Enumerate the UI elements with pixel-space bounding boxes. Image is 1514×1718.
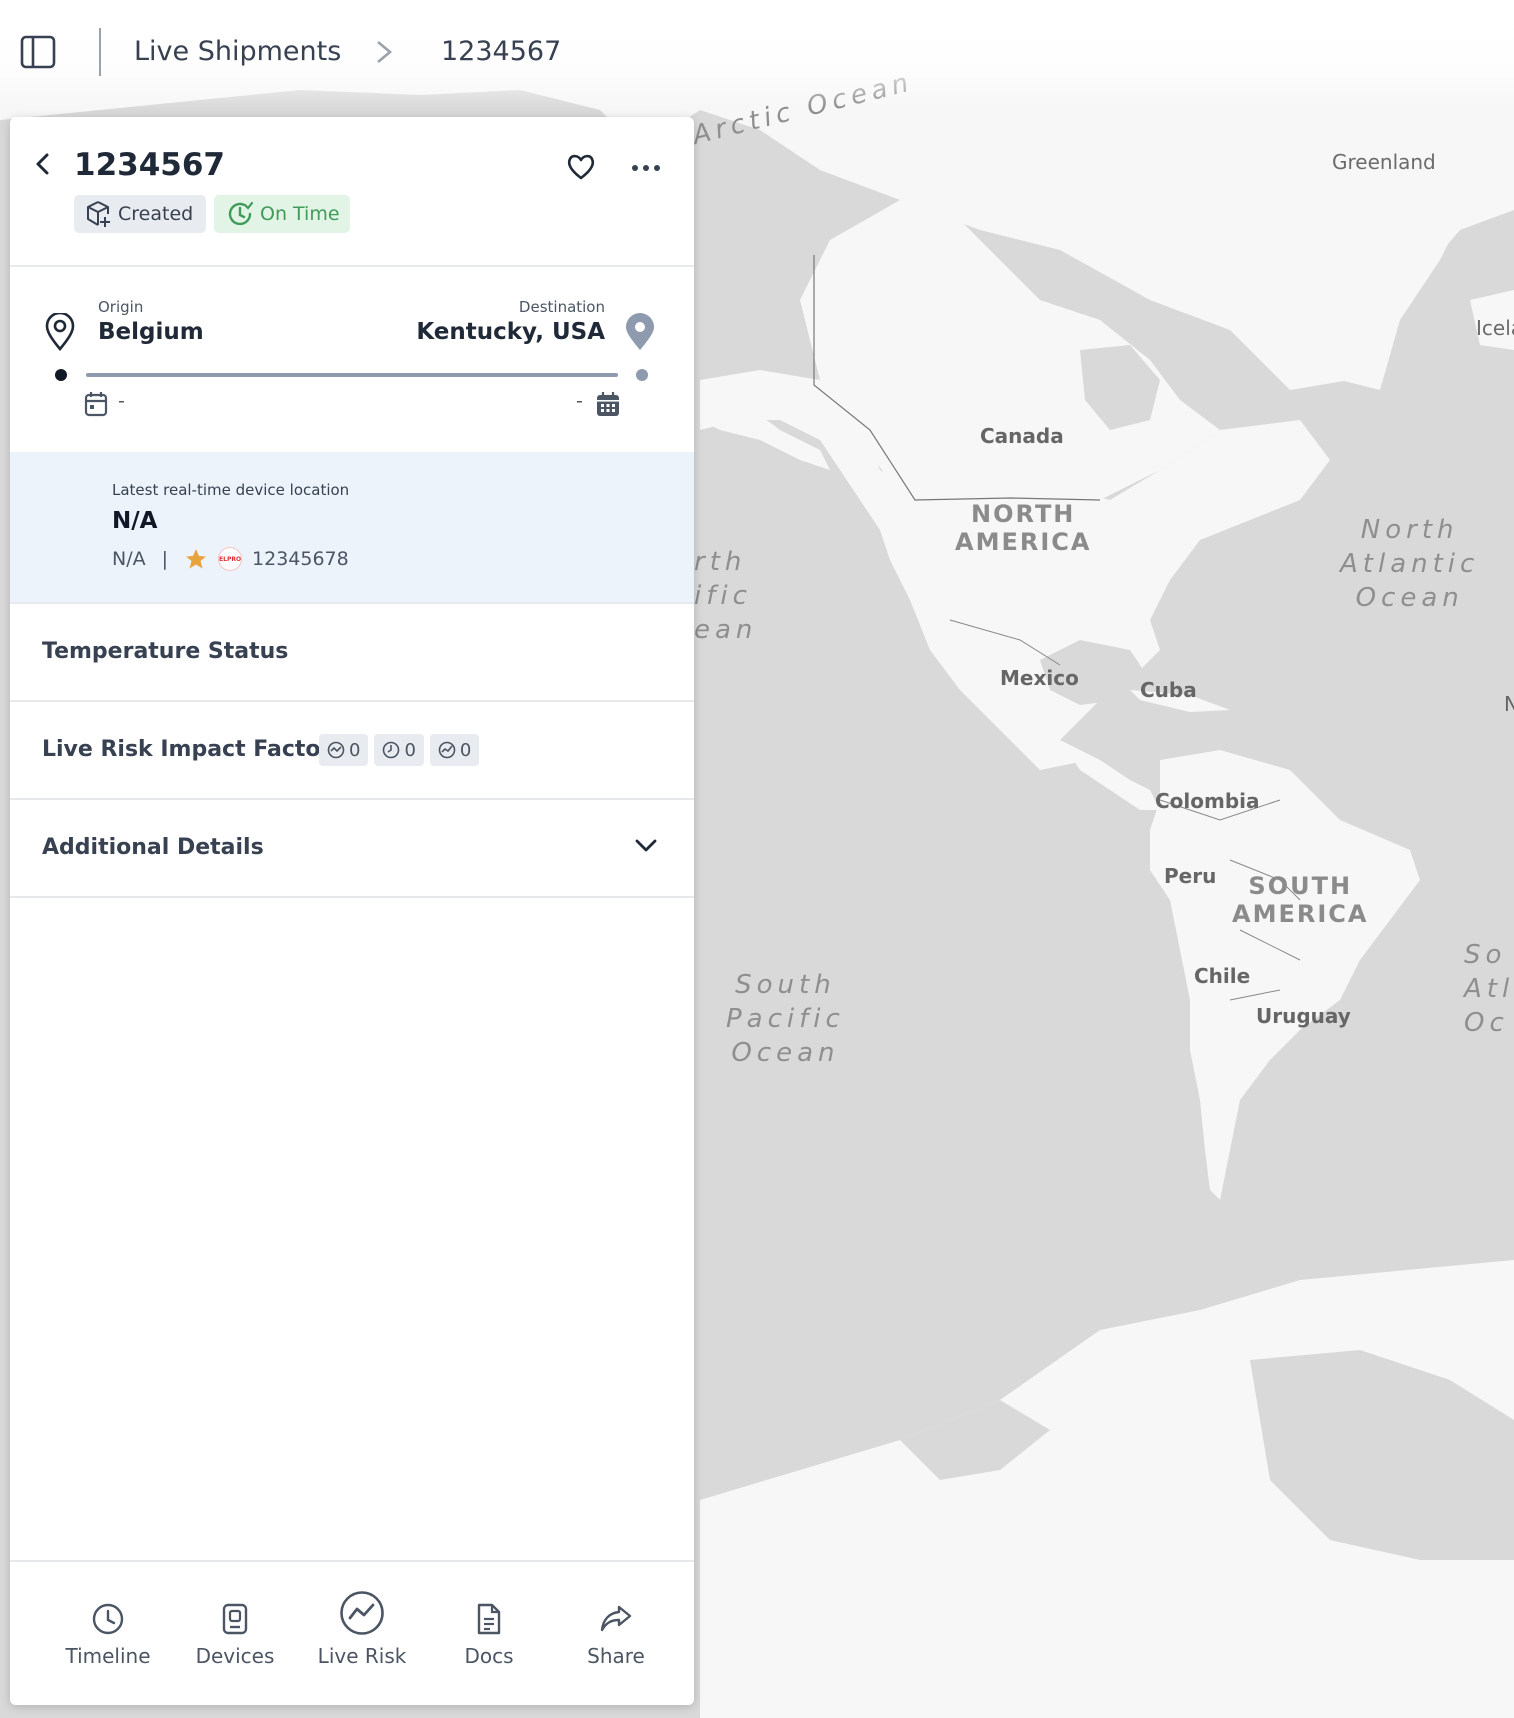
risk-factor-chips: 0 0 0 bbox=[319, 734, 480, 766]
timing-badge-on-time: On Time bbox=[214, 195, 350, 233]
device-id: 12345678 bbox=[252, 548, 349, 570]
risk-chip-count: 0 bbox=[349, 739, 361, 761]
map-label-uruguay: Uruguay bbox=[1256, 1004, 1351, 1028]
device-location-sub-value: N/A bbox=[112, 548, 146, 570]
document-icon bbox=[477, 1603, 501, 1635]
risk-clock-icon bbox=[383, 741, 400, 759]
device-location-separator: | bbox=[161, 548, 169, 570]
shipment-title: 1234567 bbox=[74, 147, 225, 183]
nav-devices[interactable]: Devices bbox=[171, 1562, 299, 1705]
route-start-dot bbox=[55, 369, 67, 381]
device-location-details: N/A | ELPRO 12345678 bbox=[112, 547, 349, 571]
calendar-filled-icon bbox=[597, 392, 619, 416]
departure-date: - bbox=[118, 390, 125, 412]
arrival-date: - bbox=[576, 390, 583, 412]
device-icon bbox=[222, 1603, 248, 1635]
destination-value: Kentucky, USA bbox=[416, 319, 605, 345]
status-badge-label: Created bbox=[118, 203, 194, 225]
risk-chip-weather[interactable]: 0 bbox=[319, 734, 369, 766]
map-label-cuba: Cuba bbox=[1140, 678, 1197, 702]
back-arrow-icon[interactable] bbox=[30, 149, 56, 179]
carrier-logo: ELPRO bbox=[218, 547, 243, 571]
map-label-north-america: NORTH AMERICA bbox=[955, 500, 1092, 556]
map-label-greenland: Greenland bbox=[1332, 150, 1436, 174]
nav-docs-label: Docs bbox=[464, 1644, 514, 1668]
nav-docs[interactable]: Docs bbox=[425, 1562, 553, 1705]
map-label-north-atlantic: North Atlantic Ocean bbox=[1340, 515, 1480, 613]
map-label-south-america: SOUTH AMERICA bbox=[1232, 872, 1369, 928]
map-label-north-pacific: rth ific ean bbox=[694, 547, 758, 645]
clock-icon bbox=[92, 1603, 124, 1635]
route-end-dot bbox=[636, 369, 648, 381]
topbar-divider bbox=[99, 28, 101, 76]
chevron-right-icon bbox=[377, 41, 393, 63]
map-label-edge-n: N bbox=[1504, 692, 1514, 716]
timing-badge-label: On Time bbox=[260, 203, 340, 225]
nav-timeline[interactable]: Timeline bbox=[44, 1562, 172, 1705]
map-label-chile: Chile bbox=[1194, 964, 1251, 988]
chevron-down-icon[interactable] bbox=[634, 837, 658, 855]
route-section bbox=[10, 267, 694, 452]
temperature-status-title: Temperature Status bbox=[42, 639, 289, 664]
nav-share-label: Share bbox=[587, 1644, 645, 1668]
breadcrumb-current: 1234567 bbox=[441, 36, 562, 67]
map-label-iceland: Icela bbox=[1476, 316, 1514, 340]
risk-gauge-icon bbox=[327, 741, 345, 759]
risk-chip-delay[interactable]: 0 bbox=[374, 734, 424, 766]
share-icon bbox=[600, 1605, 632, 1632]
sidebar-toggle-icon[interactable] bbox=[20, 34, 56, 70]
calendar-icon bbox=[84, 392, 108, 417]
package-plus-icon bbox=[87, 201, 110, 227]
route-progress-line bbox=[86, 373, 618, 377]
origin-pin-icon bbox=[45, 313, 75, 351]
risk-chip-count: 0 bbox=[459, 739, 472, 761]
device-location-value: N/A bbox=[112, 508, 158, 534]
nav-live-risk[interactable]: Live Risk bbox=[298, 1562, 426, 1705]
status-badge-created: Created bbox=[74, 195, 206, 233]
map-label-canada: Canada bbox=[980, 424, 1064, 448]
map-label-peru: Peru bbox=[1164, 864, 1217, 888]
risk-trend-icon bbox=[438, 741, 456, 759]
live-risk-title: Live Risk Impact Factors bbox=[42, 737, 345, 762]
destination-label: Destination bbox=[518, 298, 605, 316]
top-bar: Live Shipments 1234567 bbox=[0, 0, 1514, 108]
risk-chip-count: 0 bbox=[404, 739, 416, 761]
origin-value: Belgium bbox=[98, 319, 204, 345]
origin-label: Origin bbox=[98, 298, 144, 316]
map-label-south-atlantic: So Atl Oc bbox=[1464, 940, 1514, 1038]
additional-details-title: Additional Details bbox=[42, 835, 264, 860]
bottom-nav: Timeline Devices Live Risk Docs Share bbox=[10, 1560, 694, 1705]
nav-live-risk-label: Live Risk bbox=[317, 1644, 407, 1668]
clock-check-icon bbox=[228, 201, 254, 226]
shipment-detail-panel: 1234567 Created On Time Origin Belgium D… bbox=[10, 117, 694, 1705]
heart-icon[interactable] bbox=[565, 151, 597, 183]
nav-timeline-label: Timeline bbox=[65, 1644, 151, 1668]
device-location-label: Latest real-time device location bbox=[112, 481, 350, 499]
nav-devices-label: Devices bbox=[195, 1644, 275, 1668]
star-icon bbox=[186, 549, 207, 569]
live-risk-icon bbox=[340, 1591, 384, 1635]
breadcrumb-live-shipments[interactable]: Live Shipments bbox=[134, 32, 341, 72]
map-label-south-pacific: South Pacific Ocean bbox=[726, 970, 845, 1068]
destination-pin-icon bbox=[626, 313, 654, 350]
risk-chip-trend[interactable]: 0 bbox=[429, 734, 480, 766]
carrier-logo-text: ELPRO bbox=[219, 555, 242, 563]
shipment-header bbox=[10, 117, 694, 267]
nav-share[interactable]: Share bbox=[552, 1562, 680, 1705]
map-label-colombia: Colombia bbox=[1155, 789, 1260, 813]
map-label-mexico: Mexico bbox=[1000, 666, 1079, 690]
more-options-icon[interactable] bbox=[628, 153, 664, 183]
